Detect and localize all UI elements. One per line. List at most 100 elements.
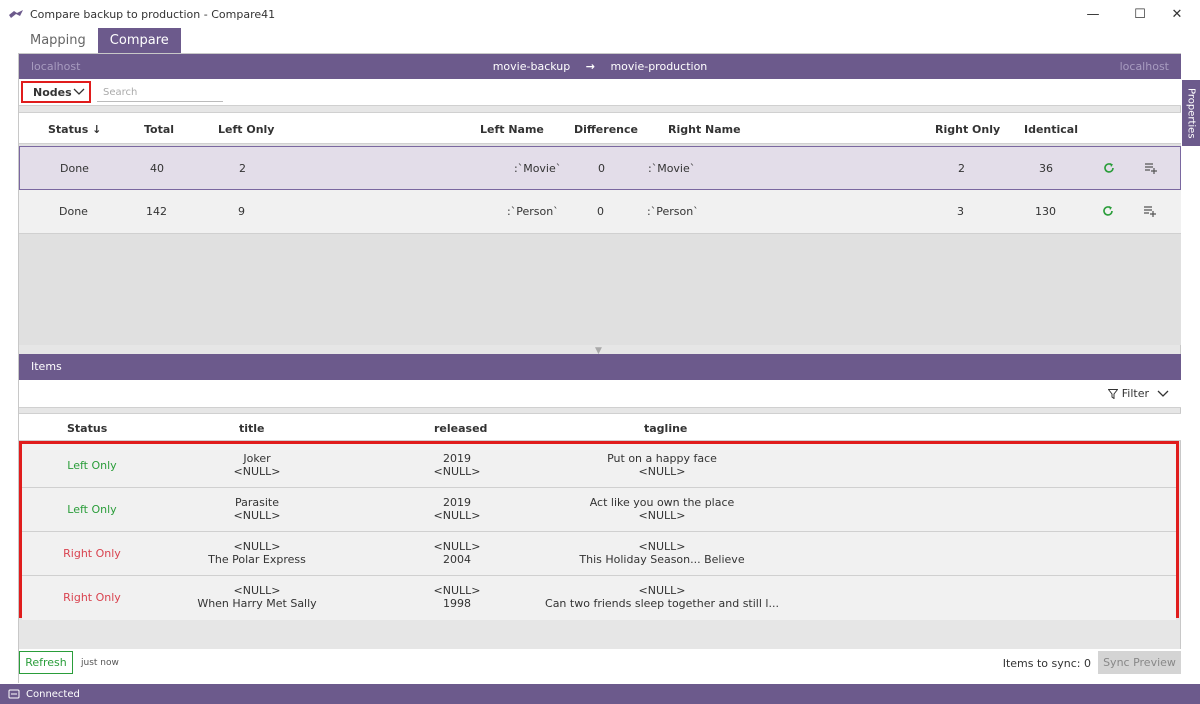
col-item-released[interactable]: released <box>434 422 487 435</box>
summary-row[interactable]: Done 142 9 :`Person` 0 :`Person` 3 130 <box>19 190 1181 234</box>
row-right-name: :`Movie` <box>648 162 696 175</box>
summary-header-row: Status ↓ Total Left Only Left Name Diffe… <box>19 112 1181 144</box>
refresh-row-icon[interactable] <box>1100 203 1116 219</box>
col-right-only[interactable]: Right Only <box>935 123 1000 136</box>
entity-type-dropdown[interactable]: Nodes <box>21 81 91 103</box>
row-left-name: :`Person` <box>507 205 559 218</box>
item-title: Parasite <NULL> <box>157 496 357 522</box>
item-title: <NULL> The Polar Express <box>157 540 357 566</box>
left-database: movie-backup <box>492 60 571 73</box>
item-released: 2019 <NULL> <box>407 496 507 522</box>
last-refresh-time: just now <box>81 658 119 668</box>
refresh-row-icon[interactable] <box>1101 160 1117 176</box>
filter-icon <box>1107 388 1118 399</box>
col-identical[interactable]: Identical <box>1024 123 1078 136</box>
search-input[interactable] <box>97 83 223 102</box>
main-tabs: Mapping Compare <box>18 28 181 53</box>
properties-side-tab[interactable]: Properties <box>1182 80 1200 146</box>
value-left: <NULL> <box>638 540 686 553</box>
arrow-right-icon: → <box>585 60 595 73</box>
filter-button[interactable]: Filter <box>1107 387 1169 400</box>
window-titlebar: Compare backup to production - Compare41 <box>0 0 1200 28</box>
items-list: Left Only Joker <NULL> 2019 <NULL> Put on … <box>19 441 1179 620</box>
items-title: Items <box>31 360 62 373</box>
col-difference[interactable]: Difference <box>574 123 638 136</box>
refresh-button[interactable]: Refresh <box>19 651 73 674</box>
list-item[interactable]: Left Only Joker <NULL> 2019 <NULL> Put on … <box>22 444 1176 488</box>
row-difference: 0 <box>597 205 604 218</box>
right-host: localhost <box>1119 60 1169 73</box>
col-left-only[interactable]: Left Only <box>218 123 274 136</box>
row-left-only: 9 <box>238 205 245 218</box>
value-left: <NULL> <box>233 584 281 597</box>
add-to-sync-icon[interactable] <box>1142 203 1158 219</box>
add-to-sync-icon[interactable] <box>1143 160 1159 176</box>
value-right: <NULL> <box>433 465 481 478</box>
row-right-only: 2 <box>958 162 965 175</box>
dropdown-value: Nodes <box>33 85 72 99</box>
items-header-row: Status title released tagline <box>19 413 1181 441</box>
list-item[interactable]: Right Only <NULL> The Polar Express <NULL… <box>22 532 1176 576</box>
connection-status: Connected <box>26 688 80 700</box>
minimize-button[interactable]: — <box>1070 0 1116 28</box>
value-right: 2004 <box>443 553 471 566</box>
item-released: <NULL> 2004 <box>407 540 507 566</box>
item-tagline: Put on a happy face <NULL> <box>512 452 812 478</box>
item-status: Left Only <box>67 503 117 516</box>
summary-grid: Status ↓ Total Left Only Left Name Diffe… <box>19 112 1181 345</box>
list-item[interactable]: Left Only Parasite <NULL> 2019 <NULL> Act … <box>22 488 1176 532</box>
value-left: <NULL> <box>433 540 481 553</box>
close-button[interactable]: ✕ <box>1154 0 1200 28</box>
tab-mapping[interactable]: Mapping <box>18 28 98 53</box>
item-tagline: <NULL> Can two friends sleep together and… <box>512 584 812 610</box>
tab-compare[interactable]: Compare <box>97 28 181 53</box>
list-item[interactable]: Right Only <NULL> When Harry Met Sally <N… <box>22 576 1176 620</box>
item-status: Left Only <box>67 459 117 472</box>
item-released: 2019 <NULL> <box>407 452 507 478</box>
item-status: Right Only <box>63 591 121 604</box>
value-right: <NULL> <box>638 509 686 522</box>
value-right: <NULL> <box>433 509 481 522</box>
compare-panel: localhost movie-backup → movie-productio… <box>18 53 1181 683</box>
col-total[interactable]: Total <box>144 123 174 136</box>
item-released: <NULL> 1998 <box>407 584 507 610</box>
items-section-header: Items <box>19 354 1181 380</box>
filter-label: Filter <box>1121 387 1149 400</box>
col-right-name[interactable]: Right Name <box>668 123 741 136</box>
value-left: <NULL> <box>433 584 481 597</box>
chevron-down-icon <box>1157 390 1169 397</box>
col-item-status[interactable]: Status <box>67 422 107 435</box>
summary-row[interactable]: Done 40 2 :`Movie` 0 :`Movie` 2 36 <box>19 146 1181 190</box>
value-right: Can two friends sleep together and still… <box>545 597 779 610</box>
toolbar: Nodes <box>19 79 1181 106</box>
row-total: 142 <box>146 205 167 218</box>
value-left: <NULL> <box>638 584 686 597</box>
value-right: This Holiday Season... Believe <box>579 553 745 566</box>
value-left: Put on a happy face <box>607 452 717 465</box>
value-right: 1998 <box>443 597 471 610</box>
database-connected-icon <box>8 689 20 699</box>
value-right: The Polar Express <box>208 553 306 566</box>
right-database: movie-production <box>610 60 708 73</box>
col-left-name[interactable]: Left Name <box>480 123 544 136</box>
item-tagline: Act like you own the place <NULL> <box>512 496 812 522</box>
connection-header: localhost movie-backup → movie-productio… <box>19 54 1181 79</box>
row-identical: 130 <box>1035 205 1056 218</box>
window-title: Compare backup to production - Compare41 <box>30 7 276 21</box>
col-status[interactable]: Status ↓ <box>48 123 101 136</box>
row-left-name: :`Movie` <box>514 162 562 175</box>
row-right-only: 3 <box>957 205 964 218</box>
row-status: Done <box>59 205 88 218</box>
value-right: <NULL> <box>233 509 281 522</box>
footer-bar: Refresh just now Items to sync: 0 Sync P… <box>19 649 1181 683</box>
item-title: <NULL> When Harry Met Sally <box>157 584 357 610</box>
app-logo-icon <box>9 10 23 18</box>
row-identical: 36 <box>1039 162 1053 175</box>
item-title: Joker <NULL> <box>157 452 357 478</box>
col-item-title[interactable]: title <box>239 422 265 435</box>
value-left: 2019 <box>443 452 471 465</box>
sync-preview-button[interactable]: Sync Preview <box>1098 651 1181 674</box>
value-left: <NULL> <box>233 540 281 553</box>
col-item-tagline[interactable]: tagline <box>644 422 687 435</box>
value-left: Act like you own the place <box>589 496 735 509</box>
